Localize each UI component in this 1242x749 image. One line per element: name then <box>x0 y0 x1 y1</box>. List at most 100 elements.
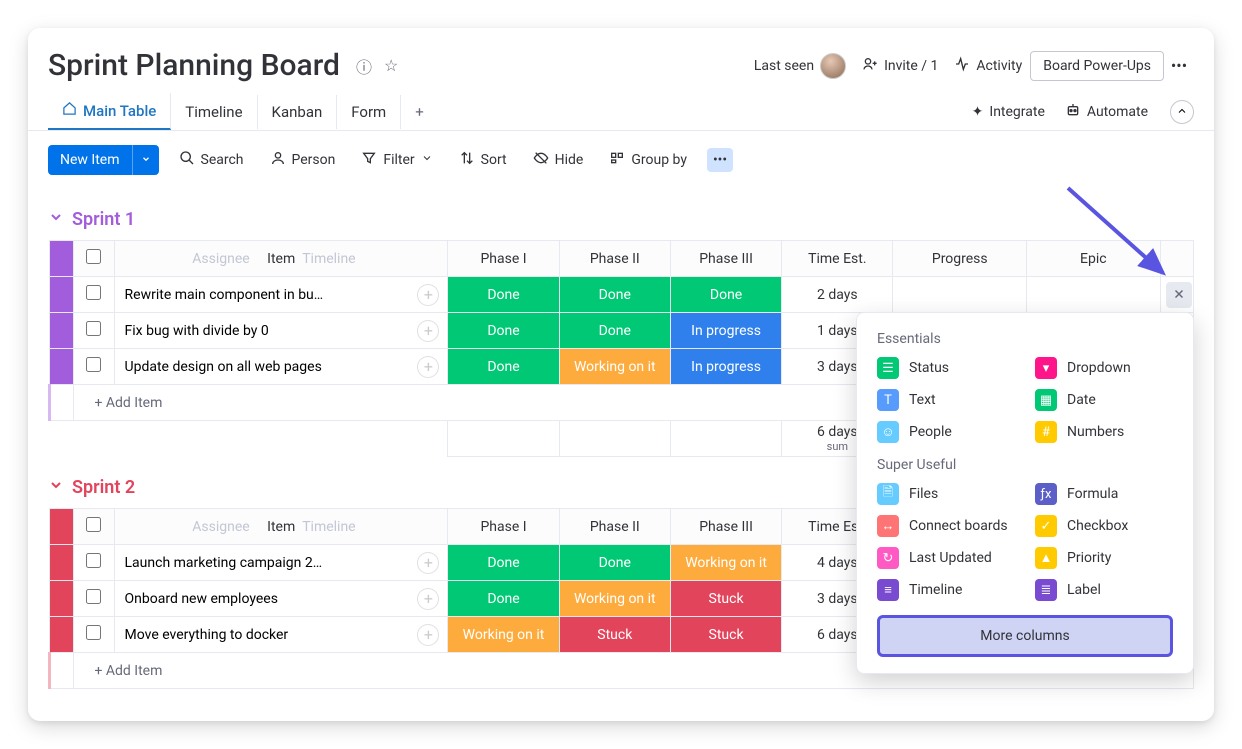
powerups-button[interactable]: Board Power-Ups <box>1030 51 1164 81</box>
column-type-option[interactable]: ▲Priority <box>1035 547 1173 569</box>
column-progress[interactable]: Progress <box>893 241 1027 277</box>
phase3-status[interactable]: In progress <box>670 349 781 385</box>
automate-button[interactable]: Automate <box>1065 102 1148 122</box>
column-type-option[interactable]: ≣Label <box>1035 579 1173 601</box>
collapse-button[interactable] <box>1170 100 1194 124</box>
add-view-button[interactable]: + <box>401 95 438 129</box>
phase3-status[interactable]: Working on it <box>670 545 781 581</box>
group-title[interactable]: Sprint 1 <box>48 201 1194 240</box>
close-add-column[interactable] <box>1166 282 1192 308</box>
row-checkbox[interactable] <box>86 321 101 336</box>
filter-button[interactable]: Filter <box>355 146 438 174</box>
column-type-option[interactable]: ƒxFormula <box>1035 483 1173 505</box>
add-subitem-icon[interactable]: + <box>417 356 439 378</box>
row-checkbox[interactable] <box>86 589 101 604</box>
column-type-option[interactable]: 🗎Files <box>877 483 1015 505</box>
more-menu-button[interactable]: ••• <box>1164 51 1194 81</box>
column-type-option[interactable]: ↔ Connect boards <box>877 515 1015 537</box>
phase1-status[interactable]: Done <box>448 313 559 349</box>
tab-main-table[interactable]: Main Table <box>48 93 171 130</box>
phase3-status[interactable]: Stuck <box>670 617 781 653</box>
row-checkbox[interactable] <box>86 285 101 300</box>
column-phase2[interactable]: Phase II <box>559 509 670 545</box>
tab-form[interactable]: Form <box>337 95 401 129</box>
column-item[interactable]: Assignee Item Timeline <box>114 509 448 545</box>
activity-button[interactable]: Activity <box>954 56 1022 76</box>
phase3-status[interactable]: In progress <box>670 313 781 349</box>
toolbar-more-button[interactable]: ••• <box>707 148 733 172</box>
column-type-option[interactable]: ↻Last Updated <box>877 547 1015 569</box>
column-type-option[interactable]: #Numbers <box>1035 421 1173 443</box>
new-item-dropdown[interactable] <box>132 145 159 175</box>
last-seen[interactable]: Last seen <box>754 53 846 79</box>
person-filter-button[interactable]: Person <box>264 146 342 174</box>
phase3-status[interactable]: Stuck <box>670 581 781 617</box>
row-checkbox[interactable] <box>86 625 101 640</box>
column-type-icon: ↔ <box>877 515 899 537</box>
sort-button[interactable]: Sort <box>453 146 513 174</box>
column-phase3[interactable]: Phase III <box>670 241 781 277</box>
select-all-checkbox[interactable] <box>86 249 101 264</box>
column-type-option[interactable]: ▦Date <box>1035 389 1173 411</box>
group-by-button[interactable]: Group by <box>603 146 693 174</box>
item-name[interactable]: Fix bug with divide by 0 <box>125 323 269 339</box>
column-type-option[interactable]: ☺People <box>877 421 1015 443</box>
phase1-status[interactable]: Done <box>448 277 559 313</box>
column-epic[interactable]: Epic <box>1027 241 1161 277</box>
column-type-option[interactable]: ✓Checkbox <box>1035 515 1173 537</box>
add-subitem-icon[interactable]: + <box>417 624 439 646</box>
row-checkbox[interactable] <box>86 553 101 568</box>
add-subitem-icon[interactable]: + <box>417 552 439 574</box>
phase2-status[interactable]: Done <box>559 313 670 349</box>
progress-cell[interactable] <box>893 277 1027 313</box>
item-name[interactable]: Onboard new employees <box>125 591 278 607</box>
phase2-status[interactable]: Done <box>559 545 670 581</box>
column-item[interactable]: Assignee Item Timeline <box>114 241 448 277</box>
star-icon[interactable]: ☆ <box>384 56 398 75</box>
new-item-button[interactable]: New Item <box>48 145 132 175</box>
epic-cell[interactable] <box>1027 277 1161 313</box>
column-type-label: Connect boards <box>909 518 1008 534</box>
phase1-status[interactable]: Done <box>448 581 559 617</box>
search-button[interactable]: Search <box>173 146 250 174</box>
time-est-cell[interactable]: 2 days <box>782 277 893 313</box>
column-type-option[interactable]: ▾Dropdown <box>1035 357 1173 379</box>
add-subitem-icon[interactable]: + <box>417 588 439 610</box>
column-type-option[interactable]: ≡Timeline <box>877 579 1015 601</box>
integrate-button[interactable]: ✦ Integrate <box>972 104 1045 120</box>
phase1-status[interactable]: Working on it <box>448 617 559 653</box>
column-type-option[interactable]: ☰Status <box>877 357 1015 379</box>
phase2-status[interactable]: Working on it <box>559 581 670 617</box>
item-name[interactable]: Rewrite main component in bu… <box>125 287 324 303</box>
tab-kanban[interactable]: Kanban <box>258 95 338 129</box>
column-phase1[interactable]: Phase I <box>448 509 559 545</box>
column-time-est[interactable]: Time Est. <box>782 241 893 277</box>
add-subitem-icon[interactable]: + <box>417 320 439 342</box>
invite-label: Invite / 1 <box>884 58 938 74</box>
column-phase1[interactable]: Phase I <box>448 241 559 277</box>
phase2-status[interactable]: Working on it <box>559 349 670 385</box>
chevron-down-icon <box>48 209 64 230</box>
invite-button[interactable]: Invite / 1 <box>862 56 938 76</box>
phase1-status[interactable]: Done <box>448 545 559 581</box>
item-name[interactable]: Launch marketing campaign 2… <box>125 555 323 571</box>
column-phase3[interactable]: Phase III <box>670 509 781 545</box>
column-type-option[interactable]: TText <box>877 389 1015 411</box>
info-icon[interactable]: ⓘ <box>356 54 372 78</box>
row-checkbox[interactable] <box>86 357 101 372</box>
item-name[interactable]: Update design on all web pages <box>125 359 322 375</box>
column-phase2[interactable]: Phase II <box>559 241 670 277</box>
phase1-status[interactable]: Done <box>448 349 559 385</box>
column-type-icon: ▲ <box>1035 547 1057 569</box>
item-name[interactable]: Move everything to docker <box>125 627 289 643</box>
phase2-status[interactable]: Stuck <box>559 617 670 653</box>
hide-button[interactable]: Hide <box>527 146 590 174</box>
phase2-status[interactable]: Done <box>559 277 670 313</box>
tab-timeline[interactable]: Timeline <box>171 95 257 129</box>
add-subitem-icon[interactable]: + <box>417 284 439 306</box>
select-all-checkbox[interactable] <box>86 517 101 532</box>
phase3-status[interactable]: Done <box>670 277 781 313</box>
table-row[interactable]: Rewrite main component in bu… + Done Done… <box>50 277 1194 313</box>
add-column-button[interactable] <box>1160 241 1193 277</box>
more-columns-button[interactable]: More columns <box>877 615 1173 657</box>
